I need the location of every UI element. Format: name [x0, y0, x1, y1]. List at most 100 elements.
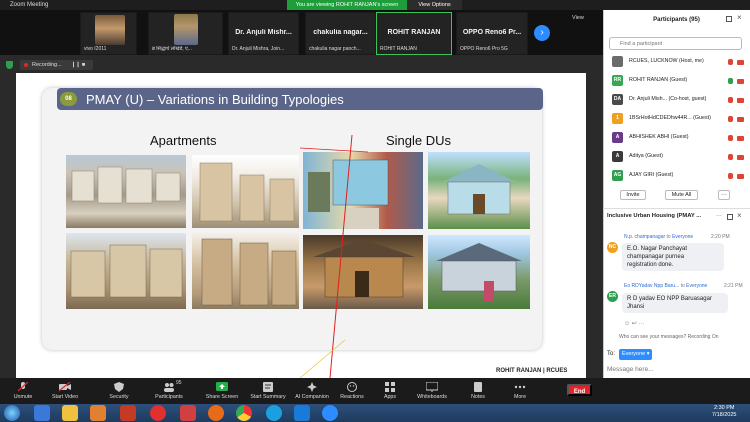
mic-muted-icon[interactable]	[728, 173, 733, 179]
more-button[interactable]: More	[497, 379, 543, 403]
start-video-button[interactable]: Start Video	[42, 379, 88, 403]
video-tile[interactable]: vivo I2011	[80, 12, 137, 55]
participants-more-button[interactable]: ···	[718, 190, 730, 200]
camera-off-icon[interactable]	[737, 60, 744, 65]
slide-title: PMAY (U) – Variations in Building Typolo…	[86, 92, 344, 107]
presenter-tag: ROHIT RANJAN | RCUES	[496, 368, 568, 374]
participant-row[interactable]: RCUES, LUCKNOW (Host, me)	[603, 53, 750, 72]
security-button[interactable]: Security	[96, 379, 142, 403]
chat-more-icon[interactable]: ···	[716, 213, 722, 219]
video-tile[interactable]: OPPO Reno6 Pr... OPPO Reno6 Pro 5G	[456, 12, 528, 55]
participant-row[interactable]: 1 1BSrHotHdCDEDhw44R... (Guest)	[603, 110, 750, 129]
message-sender: Eo RDYadav Npp Baru...	[624, 283, 680, 289]
os-taskbar	[0, 404, 750, 422]
unmute-button[interactable]: Unmute	[0, 379, 46, 403]
mic-muted-icon[interactable]	[728, 154, 733, 160]
system-clock: 2:30 PM 7/18/2025	[712, 405, 736, 419]
apps-button[interactable]: Apps	[367, 379, 413, 403]
end-meeting-button[interactable]: End	[567, 384, 592, 396]
toolbar-label: Start Summary	[250, 394, 286, 400]
mic-muted-icon[interactable]	[728, 135, 733, 141]
chat-message-input[interactable]	[607, 363, 742, 375]
zoom-icon[interactable]	[322, 405, 338, 421]
mic-muted-icon[interactable]	[728, 97, 733, 103]
message-line: E.O. Nagar Panchayat	[627, 246, 688, 252]
slide-number: 08	[60, 92, 77, 106]
view-options-button[interactable]: View Options	[407, 0, 462, 10]
message-reaction-icons[interactable]: ☺ ↩ ···	[624, 320, 644, 327]
apartment-photo	[66, 233, 186, 309]
invite-button[interactable]: Invite	[620, 190, 646, 200]
shield-icon[interactable]	[6, 61, 13, 69]
participant-row[interactable]: A ABHISHEK ABHI (Guest)	[603, 129, 750, 148]
close-icon[interactable]: ×	[737, 211, 742, 220]
participant-row[interactable]: DA Dr. Anjuli Mish... (Co-host, guest)	[603, 91, 750, 110]
popout-icon[interactable]	[727, 214, 733, 220]
participant-name: ROHIT RANJAN (Guest)	[629, 77, 688, 83]
recording-indicator[interactable]: Recording... ❙❙ ■	[20, 60, 93, 70]
who-can-see-notice[interactable]: Who can see your messages? Recording On	[619, 334, 719, 340]
message-time: 2:20 PM	[711, 234, 730, 240]
folder-icon[interactable]	[62, 405, 78, 421]
start-summary-button[interactable]: Start Summary	[245, 379, 291, 403]
start-menu-icon[interactable]	[4, 405, 20, 421]
skype-icon[interactable]	[266, 405, 282, 421]
media-player-icon[interactable]	[90, 405, 106, 421]
view-button[interactable]: View	[572, 15, 584, 21]
notes-icon	[474, 382, 482, 392]
firefox-icon[interactable]	[208, 405, 224, 421]
tile-display-name: ROHIT RANJAN	[387, 29, 441, 36]
camera-off-icon[interactable]	[737, 136, 744, 141]
video-tile[interactable]: ब्र सिद्धार्थ लोखंडे, ए...	[148, 12, 223, 55]
recording-controls[interactable]: ❙❙ ■	[71, 62, 85, 68]
video-tile[interactable]: Dr. Anjuli Mishr... Dr. Anjuli Mishra, J…	[228, 12, 299, 55]
toolbar-label: Start Video	[51, 394, 79, 400]
chat-message-bubble: R D yadav EO NPP Baruasagar Jhansi	[622, 293, 728, 313]
mic-icon[interactable]	[728, 78, 733, 84]
mic-muted-icon[interactable]	[728, 116, 733, 122]
opera-icon[interactable]	[150, 405, 166, 421]
apartment-photo	[192, 233, 299, 309]
camera-off-icon	[59, 382, 71, 392]
message-audience: Everyone	[672, 234, 694, 240]
apps-grid-icon	[385, 382, 395, 392]
participant-row[interactable]: AG AJAY GIRI (Guest)	[603, 167, 750, 186]
close-icon[interactable]: ×	[737, 13, 742, 22]
mute-all-button[interactable]: Mute All	[665, 190, 698, 200]
presentation-app-icon[interactable]	[180, 405, 196, 421]
browser-icon[interactable]	[34, 405, 50, 421]
single-du-photo	[428, 235, 530, 309]
apartment-photo	[192, 155, 299, 228]
camera-off-icon[interactable]	[737, 98, 744, 103]
message-meta: Eo RDYadav Npp Baru... to Everyone	[624, 283, 707, 289]
to-label: To:	[607, 351, 616, 357]
participant-search-input[interactable]	[609, 37, 742, 50]
participant-video	[174, 14, 198, 45]
popout-icon[interactable]	[726, 16, 732, 22]
participant-row[interactable]: A Aditya (Guest)	[603, 148, 750, 167]
participant-row[interactable]: RR ROHIT RANJAN (Guest)	[603, 72, 750, 91]
whiteboards-button[interactable]: Whiteboards	[409, 379, 455, 403]
camera-off-icon[interactable]	[737, 117, 744, 122]
video-tile-active-speaker[interactable]: ROHIT RANJAN ROHIT RANJAN	[376, 12, 452, 55]
share-screen-button[interactable]: Share Screen	[199, 379, 245, 403]
chrome-icon[interactable]	[236, 405, 252, 421]
recipient-select[interactable]: Everyone ▾	[619, 349, 652, 360]
avatar: DA	[612, 94, 623, 105]
camera-off-icon[interactable]	[737, 79, 744, 84]
tile-name: chakulia nagar panch...	[309, 46, 361, 52]
chevron-right-icon[interactable]: ›	[534, 25, 550, 41]
mic-muted-icon[interactable]	[728, 59, 733, 65]
camera-off-icon[interactable]	[737, 174, 744, 179]
pdf-icon[interactable]	[120, 405, 136, 421]
clock-time: 2:30 PM	[713, 405, 735, 411]
toolbar-label: Security	[109, 394, 129, 400]
message-to: to	[680, 283, 685, 289]
notes-button[interactable]: Notes	[455, 379, 501, 403]
word-icon[interactable]	[294, 405, 310, 421]
tile-display-name: chakulia nagar...	[313, 29, 368, 36]
participants-button[interactable]: Participants	[146, 379, 192, 403]
toolbar-label: Notes	[471, 394, 485, 400]
camera-off-icon[interactable]	[737, 155, 744, 160]
video-tile[interactable]: chakulia nagar... chakulia nagar panch..…	[305, 12, 376, 55]
